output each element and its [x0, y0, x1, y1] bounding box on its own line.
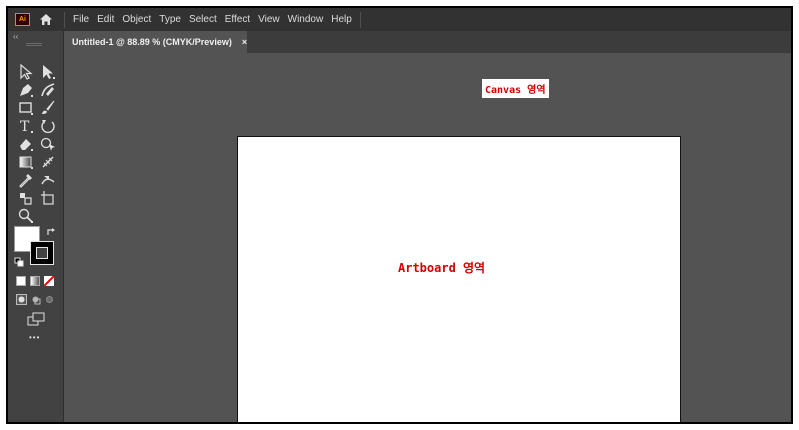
menu-object[interactable]: Object: [118, 8, 155, 31]
collapse-panel-icon[interactable]: ‹‹: [13, 33, 18, 41]
eyedropper-tool-icon[interactable]: [18, 172, 34, 188]
selection-tool-icon[interactable]: [18, 64, 34, 80]
default-fill-stroke-icon[interactable]: [14, 257, 24, 267]
menu-window[interactable]: Window: [284, 8, 328, 31]
canvas-area[interactable]: Canvas 영역 Artboard 영역: [64, 53, 791, 422]
menu-divider: [64, 11, 65, 28]
menu-bar: Ai File Edit Object Type Select Effect V…: [8, 8, 791, 31]
menu-view[interactable]: View: [254, 8, 284, 31]
menu-divider: [359, 11, 361, 28]
menu-help[interactable]: Help: [327, 8, 356, 31]
type-tool-icon[interactable]: T: [18, 118, 34, 134]
menu-edit[interactable]: Edit: [93, 8, 118, 31]
artboard-label: Artboard 영역: [398, 261, 486, 275]
menu-effect[interactable]: Effect: [221, 8, 254, 31]
none-mode-icon[interactable]: [44, 276, 54, 286]
document-tab-title: Untitled-1 @ 88.89 % (CMYK/Preview): [72, 37, 232, 47]
blend-tool-icon[interactable]: [40, 172, 56, 188]
panel-grip[interactable]: [26, 43, 42, 46]
menu-items: File Edit Object Type Select Effect View…: [69, 8, 356, 31]
draw-normal-icon[interactable]: [16, 294, 27, 305]
curvature-tool-icon[interactable]: [40, 82, 56, 98]
draw-behind-icon[interactable]: [30, 294, 41, 305]
artboard-tool-icon[interactable]: [40, 190, 56, 206]
eraser-tool-icon[interactable]: [18, 136, 34, 152]
svg-text:T: T: [20, 119, 30, 134]
document-tab[interactable]: Untitled-1 @ 88.89 % (CMYK/Preview) ×: [64, 31, 247, 53]
zoom-tool-icon[interactable]: [18, 208, 34, 224]
home-icon: [40, 14, 52, 25]
color-mode-button[interactable]: [16, 276, 26, 286]
tools-panel: ‹‹ T •••: [8, 31, 64, 422]
swap-fill-stroke-icon[interactable]: [46, 227, 56, 237]
stroke-swatch[interactable]: [30, 241, 54, 265]
shape-builder-tool-icon[interactable]: [40, 136, 56, 152]
artboard[interactable]: Artboard 영역: [237, 136, 681, 422]
gradient-mode-button[interactable]: [30, 276, 40, 286]
home-button[interactable]: [38, 13, 54, 27]
menu-file[interactable]: File: [69, 8, 93, 31]
direct-selection-tool-icon[interactable]: [40, 64, 56, 80]
mesh-tool-icon[interactable]: [40, 154, 56, 170]
menu-type[interactable]: Type: [155, 8, 185, 31]
app-window: Ai File Edit Object Type Select Effect V…: [6, 6, 793, 424]
app-logo: Ai: [15, 13, 30, 26]
document-tab-bar: Untitled-1 @ 88.89 % (CMYK/Preview) ×: [64, 31, 791, 53]
screen-mode-icon[interactable]: [27, 312, 45, 326]
menu-select[interactable]: Select: [185, 8, 221, 31]
rectangle-tool-icon[interactable]: [18, 100, 34, 116]
more-tools-icon[interactable]: •••: [29, 333, 40, 342]
paintbrush-tool-icon[interactable]: [40, 100, 56, 116]
live-paint-tool-icon[interactable]: [18, 190, 34, 206]
pen-tool-icon[interactable]: [18, 82, 34, 98]
draw-inside-icon[interactable]: [44, 294, 55, 305]
rotate-tool-icon[interactable]: [40, 118, 56, 134]
gradient-tool-icon[interactable]: [18, 154, 34, 170]
canvas-label: Canvas 영역: [482, 79, 549, 98]
close-icon[interactable]: ×: [242, 37, 247, 47]
